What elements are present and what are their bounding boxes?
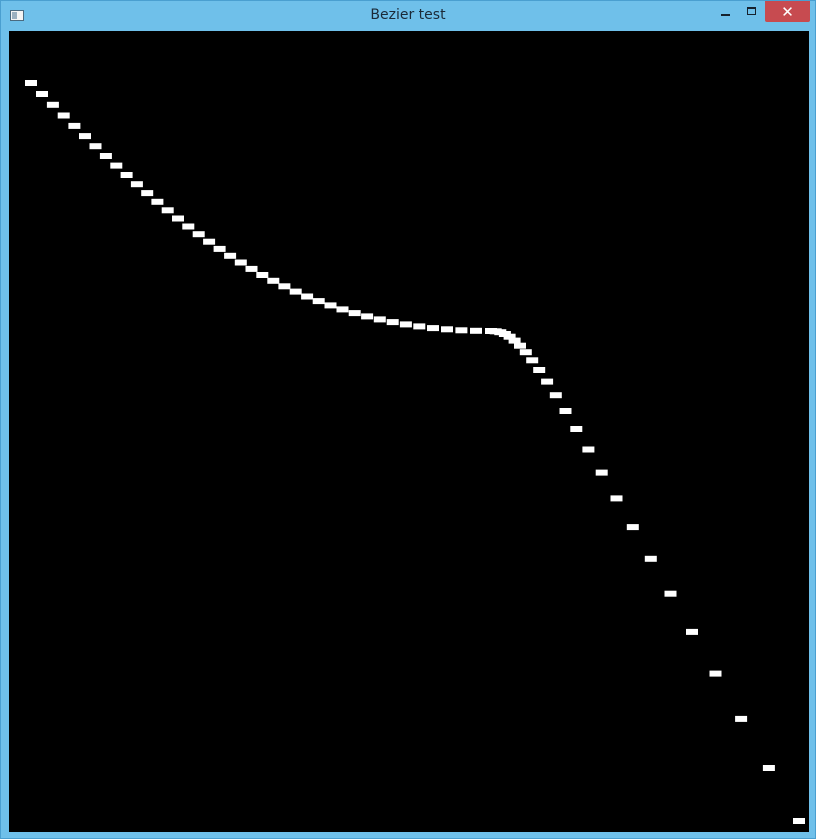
drawing-canvas[interactable] — [9, 31, 809, 832]
close-icon: ✕ — [781, 2, 794, 21]
curve-sample-marker — [470, 327, 482, 334]
curve-sample-marker — [203, 238, 216, 245]
curve-sample-marker — [110, 162, 123, 169]
curve-sample-marker — [526, 357, 539, 364]
app-window: Bezier test ✕ — [0, 0, 816, 839]
curve-sample-marker — [267, 277, 280, 284]
curve-sample-marker — [130, 181, 143, 188]
curve-sample-marker — [595, 469, 608, 476]
curve-sample-marker — [541, 378, 554, 385]
curve-sample-marker — [348, 310, 361, 317]
curve-sample-marker — [324, 302, 337, 309]
curve-sample-marker — [793, 818, 805, 824]
curve-sample-marker — [57, 112, 70, 119]
curve-sample-marker — [533, 367, 546, 373]
curve-sample-marker — [582, 446, 595, 453]
bezier-curve-plot — [25, 80, 805, 824]
curve-sample-marker — [245, 265, 258, 272]
curve-sample-marker — [626, 524, 639, 531]
curve-sample-marker — [161, 207, 174, 214]
curve-sample-marker — [79, 133, 91, 140]
curve-sample-marker — [373, 316, 386, 323]
curve-sample-marker — [278, 283, 291, 290]
curve-sample-marker — [141, 190, 154, 197]
curve-sample-marker — [455, 327, 468, 334]
curve-sample-marker — [386, 319, 399, 326]
curve-sample-marker — [709, 670, 722, 677]
curve-sample-marker — [89, 143, 102, 150]
curve-sample-marker — [172, 215, 184, 222]
curve-sample-marker — [441, 326, 453, 333]
curve-sample-marker — [336, 306, 349, 313]
minimize-button[interactable] — [712, 1, 738, 22]
curve-sample-marker — [519, 349, 532, 356]
curve-sample-marker — [399, 321, 412, 328]
curve-sample-marker — [735, 715, 748, 722]
curve-sample-marker — [427, 325, 439, 332]
curve-sample-marker — [213, 245, 226, 252]
curve-sample-marker — [549, 392, 562, 399]
curve-sample-marker — [151, 198, 164, 205]
curve-sample-marker — [514, 342, 526, 349]
curve-sample-marker — [256, 272, 269, 278]
curve-sample-marker — [68, 122, 81, 129]
title-bar[interactable]: Bezier test ✕ — [1, 1, 815, 31]
curve-sample-marker — [762, 765, 775, 771]
curve-sample-marker — [182, 223, 195, 230]
close-button[interactable]: ✕ — [765, 1, 810, 22]
curve-sample-marker — [25, 80, 37, 86]
curve-sample-marker — [234, 259, 247, 266]
curve-sample-marker — [301, 293, 314, 300]
curve-sample-marker — [224, 252, 237, 259]
curve-sample-marker — [36, 91, 48, 97]
curve-sample-marker — [120, 172, 133, 178]
maximize-icon — [746, 6, 756, 15]
curve-sample-marker — [192, 231, 205, 238]
curve-sample-marker — [559, 408, 572, 414]
minimize-icon — [720, 13, 730, 16]
window-title: Bezier test — [370, 7, 446, 23]
curve-sample-marker — [570, 426, 583, 432]
maximize-button[interactable] — [738, 1, 764, 22]
curve-sample-marker — [99, 153, 112, 159]
curve-sample-marker — [413, 323, 426, 330]
curve-sample-marker — [289, 288, 302, 295]
curve-sample-marker — [610, 495, 623, 502]
curve-sample-marker — [46, 101, 59, 108]
curve-sample-marker — [644, 555, 657, 562]
curve-sample-marker — [361, 313, 374, 320]
curve-sample-marker — [686, 628, 698, 635]
curve-sample-marker — [664, 590, 677, 597]
curve-sample-marker — [312, 298, 325, 305]
